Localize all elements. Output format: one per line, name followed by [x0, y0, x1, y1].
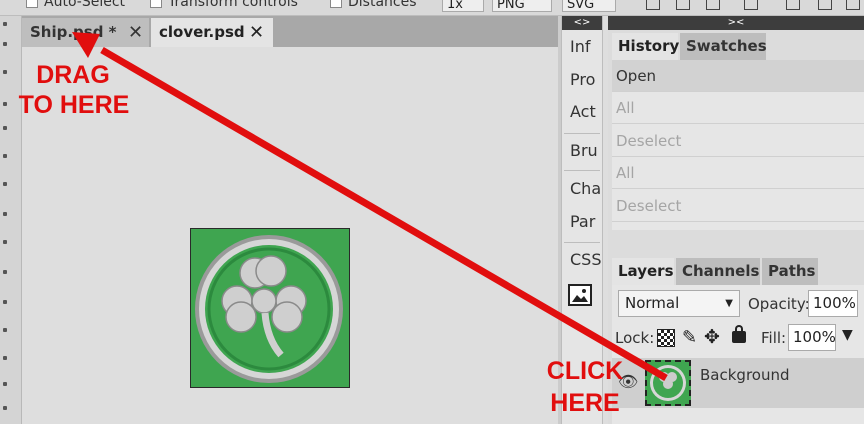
drag-arrow-head: [72, 32, 100, 58]
drag-arrow-line: [100, 46, 668, 382]
annotation-overlay: [72, 32, 668, 382]
annotation-to-here: TO HERE: [18, 91, 130, 119]
annotation-click: CLICK: [546, 357, 624, 385]
annotation-drag: DRAG: [36, 61, 110, 89]
annotation-here: HERE: [550, 389, 620, 417]
